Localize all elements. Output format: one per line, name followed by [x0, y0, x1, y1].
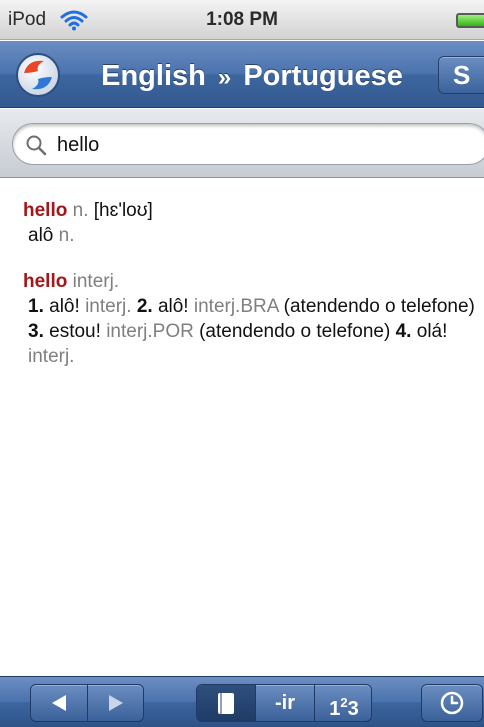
sense-number: 3.	[28, 321, 44, 342]
results-content: hello n. [hɛ'loʊ] alô n. hello interj. 1…	[0, 179, 484, 676]
nav-bar: English » Portuguese S	[0, 41, 484, 108]
sense-label: interj.	[85, 296, 132, 317]
target-language: Portuguese	[243, 60, 403, 92]
conjugation-label: -ir	[275, 692, 295, 714]
sense-word[interactable]: alô!	[49, 296, 80, 317]
sense-note: (atendendo o telefone)	[199, 321, 391, 342]
entry-header: hello n. [hɛ'loʊ]	[23, 198, 483, 223]
search-bar	[0, 109, 484, 178]
status-time: 1:08 PM	[206, 9, 278, 30]
headword: hello	[23, 200, 68, 221]
language-separator: »	[217, 64, 232, 91]
swap-languages-button[interactable]: S	[438, 56, 484, 94]
sense-word[interactable]: alô!	[158, 296, 189, 317]
pronunciation: [hɛ'loʊ]	[93, 200, 153, 221]
sense-word[interactable]: olá!	[417, 321, 448, 342]
entry-header: hello interj.	[23, 269, 483, 294]
forward-button[interactable]	[88, 685, 143, 721]
sense-label: interj.	[28, 346, 75, 367]
sense-label: interj.BRA	[193, 296, 279, 317]
numbers-tab[interactable]: 123	[315, 685, 371, 721]
numbers-label-base: 1	[329, 698, 341, 720]
status-bar: iPod 1:08 PM	[0, 0, 484, 40]
search-field[interactable]	[12, 123, 484, 165]
search-input[interactable]	[57, 132, 457, 158]
numbers-label-base: 3	[347, 698, 359, 720]
app-logo-icon	[16, 53, 60, 97]
search-icon	[26, 135, 47, 156]
back-arrow-icon	[52, 695, 66, 711]
sense-note: (atendendo o telefone)	[283, 296, 475, 317]
dictionary-tab[interactable]	[197, 685, 255, 721]
battery-full-icon	[456, 13, 484, 28]
part-of-speech: n.	[72, 200, 89, 221]
dictionary-entry: hello interj. 1. alô! interj. 2. alô! in…	[23, 269, 483, 369]
sense-number: 1.	[28, 296, 44, 317]
translation-pos: n.	[58, 225, 75, 246]
sense-number: 2.	[136, 296, 153, 317]
translation-word[interactable]: alô	[28, 225, 53, 246]
numbers-label-sup: 2	[340, 695, 348, 710]
back-button[interactable]	[31, 685, 87, 721]
sense-label: interj.POR	[106, 321, 194, 342]
translation-line: alô n.	[23, 223, 483, 248]
history-button[interactable]	[421, 684, 483, 722]
nav-title: English » Portuguese	[72, 60, 432, 93]
source-language: English	[101, 60, 206, 92]
bottom-toolbar: -ir 123	[0, 676, 484, 727]
sense-list: 1. alô! interj. 2. alô! interj.BRA (aten…	[23, 294, 483, 369]
headword: hello	[23, 271, 68, 292]
swap-icon: S	[453, 60, 471, 90]
dictionary-entry: hello n. [hɛ'loʊ] alô n.	[23, 198, 483, 248]
sense-number: 4.	[395, 321, 412, 342]
clock-icon	[440, 691, 464, 715]
conjugation-tab[interactable]: -ir	[256, 685, 314, 721]
history-nav-control	[30, 684, 144, 722]
sense-word[interactable]: estou!	[49, 321, 101, 342]
book-icon	[218, 693, 234, 714]
forward-arrow-icon	[109, 695, 123, 711]
part-of-speech: interj.	[72, 271, 120, 292]
view-mode-control: -ir 123	[196, 684, 372, 722]
